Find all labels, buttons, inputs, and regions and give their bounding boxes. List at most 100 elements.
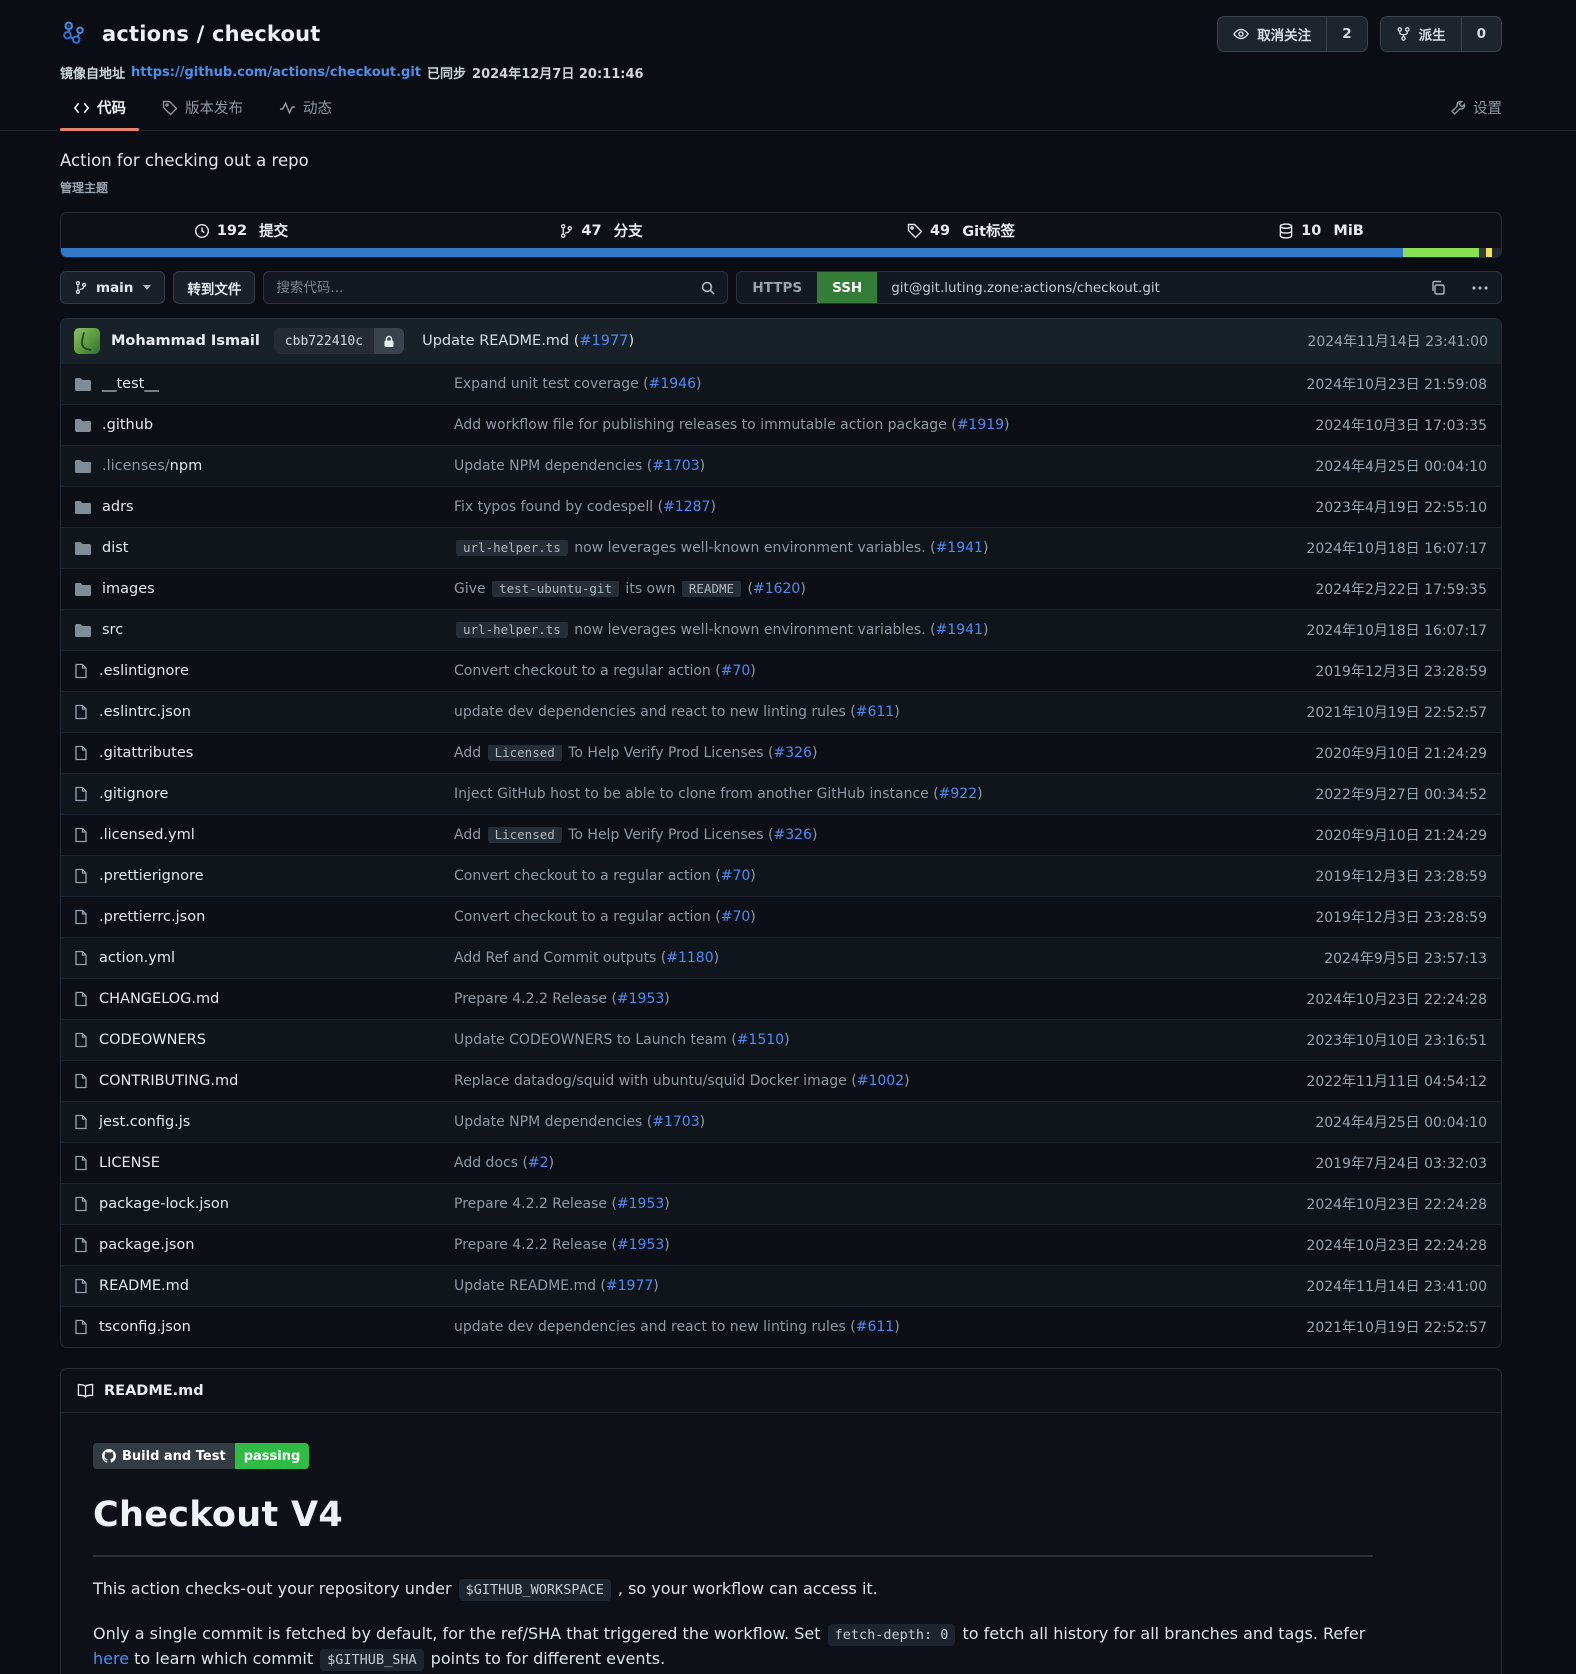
inline-link[interactable]: #1919 [957, 417, 1004, 433]
inline-link[interactable]: #1002 [857, 1073, 904, 1089]
file-link[interactable]: dist [102, 540, 128, 556]
table-row[interactable]: package.jsonPrepare 4.2.2 Release (#1953… [61, 1224, 1501, 1265]
inline-link[interactable]: #1953 [617, 1237, 664, 1253]
table-row[interactable]: .licensed.ymlAdd Licensed To Help Verify… [61, 814, 1501, 855]
table-row[interactable]: action.ymlAdd Ref and Commit outputs (#1… [61, 937, 1501, 978]
inline-link[interactable]: #1703 [652, 1114, 699, 1130]
file-link[interactable]: jest.config.js [99, 1114, 190, 1130]
file-link[interactable]: package.json [99, 1237, 194, 1253]
inline-link[interactable]: #1941 [936, 540, 983, 556]
file-link[interactable]: .licensed.yml [99, 827, 195, 843]
stat-item-1[interactable]: 47 分支 [421, 213, 781, 248]
file-link[interactable]: CHANGELOG.md [99, 991, 219, 1007]
stat-item-0[interactable]: 192 提交 [61, 213, 421, 248]
search-input[interactable] [264, 280, 689, 296]
file-link[interactable]: __test__ [102, 376, 159, 392]
file-link[interactable]: .licenses/npm [102, 458, 202, 474]
file-link[interactable]: CODEOWNERS [99, 1032, 206, 1048]
table-row[interactable]: .githubAdd workflow file for publishing … [61, 404, 1501, 445]
table-row[interactable]: CHANGELOG.mdPrepare 4.2.2 Release (#1953… [61, 978, 1501, 1019]
table-row[interactable]: tsconfig.jsonupdate dev dependencies and… [61, 1306, 1501, 1347]
tab-releases[interactable]: 版本发布 [149, 97, 256, 130]
table-row[interactable]: srcurl-helper.ts now leverages well-know… [61, 609, 1501, 650]
inline-link[interactable]: #611 [856, 704, 894, 720]
file-link[interactable]: README.md [99, 1278, 189, 1294]
inline-link[interactable]: #1953 [617, 991, 664, 1007]
inline-link[interactable]: #70 [721, 663, 751, 679]
table-row[interactable]: adrsFix typos found by codespell (#1287)… [61, 486, 1501, 527]
unwatch-button[interactable]: 取消关注 [1218, 17, 1326, 51]
table-row[interactable]: .gitattributesAdd Licensed To Help Verif… [61, 732, 1501, 773]
inline-link[interactable]: #1510 [737, 1032, 784, 1048]
inline-link[interactable]: #1941 [936, 622, 983, 638]
table-row[interactable]: .prettierrc.jsonConvert checkout to a re… [61, 896, 1501, 937]
copy-icon[interactable] [1417, 272, 1459, 303]
inline-link[interactable]: #1946 [649, 376, 696, 392]
file-link[interactable]: images [102, 581, 155, 597]
branch-selector[interactable]: main [60, 271, 165, 304]
watchers-count[interactable]: 2 [1326, 17, 1366, 51]
table-row[interactable]: jest.config.jsUpdate NPM dependencies (#… [61, 1101, 1501, 1142]
kebab-menu-icon[interactable] [1459, 272, 1501, 303]
avatar[interactable] [74, 328, 100, 354]
mirror-url-link[interactable]: https://github.com/actions/checkout.git [131, 65, 421, 80]
inline-link[interactable]: #326 [774, 827, 812, 843]
file-link[interactable]: .eslintignore [99, 663, 189, 679]
file-link[interactable]: .eslintrc.json [99, 704, 191, 720]
inline-link[interactable]: #922 [939, 786, 977, 802]
table-row[interactable]: package-lock.jsonPrepare 4.2.2 Release (… [61, 1183, 1501, 1224]
table-row[interactable]: .gitignoreInject GitHub host to be able … [61, 773, 1501, 814]
inline-link[interactable]: here [93, 1649, 129, 1668]
file-link[interactable]: .prettierrc.json [99, 909, 205, 925]
inline-link[interactable]: #326 [774, 745, 812, 761]
commit-hash[interactable]: cbb722410c [274, 328, 374, 354]
table-row[interactable]: CODEOWNERSUpdate CODEOWNERS to Launch te… [61, 1019, 1501, 1060]
file-link[interactable]: src [102, 622, 123, 638]
file-link[interactable]: CONTRIBUTING.md [99, 1073, 238, 1089]
inline-link[interactable]: #1703 [652, 458, 699, 474]
tab-settings[interactable]: 设置 [1437, 97, 1502, 130]
https-toggle[interactable]: HTTPS [737, 272, 817, 303]
manage-topics-link[interactable]: 管理主题 [60, 179, 1502, 196]
inline-link[interactable]: #1953 [617, 1196, 664, 1212]
ssh-toggle[interactable]: SSH [817, 272, 877, 303]
file-link[interactable]: action.yml [99, 950, 175, 966]
inline-link[interactable]: #1977 [579, 333, 628, 349]
language-bar[interactable] [61, 248, 1501, 257]
file-link[interactable]: tsconfig.json [99, 1319, 191, 1335]
tab-activity[interactable]: 动态 [266, 97, 345, 130]
commit-message[interactable]: Update README.md (#1977) [422, 333, 634, 349]
table-row[interactable]: LICENSEAdd docs (#2)2019年7月24日 03:32:03 [61, 1142, 1501, 1183]
inline-link[interactable]: #70 [721, 909, 751, 925]
inline-link[interactable]: #611 [856, 1319, 894, 1335]
table-row[interactable]: __test__Expand unit test coverage (#1946… [61, 363, 1501, 404]
inline-link[interactable]: #1287 [663, 499, 710, 515]
inline-link[interactable]: #70 [721, 868, 751, 884]
inline-link[interactable]: #1180 [666, 950, 713, 966]
stat-item-3[interactable]: 10 MiB [1141, 213, 1501, 248]
table-row[interactable]: .eslintignoreConvert checkout to a regul… [61, 650, 1501, 691]
table-row[interactable]: README.mdUpdate README.md (#1977)2024年11… [61, 1265, 1501, 1306]
inline-link[interactable]: #1620 [753, 581, 800, 597]
build-status-badge[interactable]: Build and Test passing [93, 1443, 309, 1469]
fork-button[interactable]: 派生 [1381, 17, 1461, 51]
file-link[interactable]: .prettierignore [99, 868, 204, 884]
file-link[interactable]: adrs [102, 499, 134, 515]
table-row[interactable]: CONTRIBUTING.mdReplace datadog/squid wit… [61, 1060, 1501, 1101]
search-icon[interactable] [689, 272, 727, 303]
stat-item-2[interactable]: 49 Git标签 [781, 213, 1141, 248]
inline-link[interactable]: #1977 [606, 1278, 653, 1294]
file-link[interactable]: .github [102, 417, 153, 433]
table-row[interactable]: .licenses/npmUpdate NPM dependencies (#1… [61, 445, 1501, 486]
forks-count[interactable]: 0 [1461, 17, 1501, 51]
file-link[interactable]: package-lock.json [99, 1196, 229, 1212]
file-link[interactable]: LICENSE [99, 1155, 160, 1171]
table-row[interactable]: .eslintrc.jsonupdate dev dependencies an… [61, 691, 1501, 732]
commit-author[interactable]: Mohammad Ismail [111, 333, 260, 349]
inline-link[interactable]: #2 [528, 1155, 549, 1171]
goto-file-button[interactable]: 转到文件 [173, 271, 255, 304]
table-row[interactable]: disturl-helper.ts now leverages well-kno… [61, 527, 1501, 568]
table-row[interactable]: .prettierignoreConvert checkout to a reg… [61, 855, 1501, 896]
clone-url-text[interactable]: git@git.luting.zone:actions/checkout.git [877, 272, 1417, 303]
table-row[interactable]: imagesGive test-ubuntu-git its own READM… [61, 568, 1501, 609]
